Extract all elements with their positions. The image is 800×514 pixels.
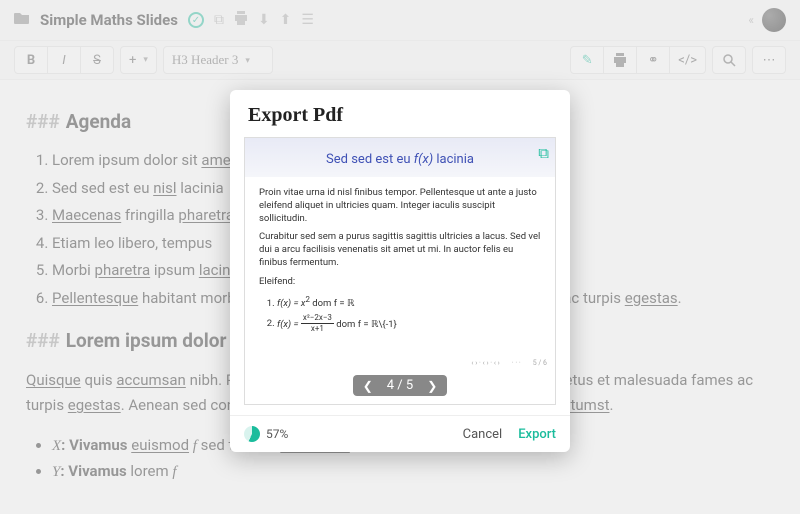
cancel-button[interactable]: Cancel — [463, 427, 503, 442]
progress-pie-icon — [244, 426, 260, 442]
slide-footer: ‹ › · ‹ › · ‹ ›· · ·5 / 6 — [245, 357, 555, 371]
export-button[interactable]: Export — [518, 427, 556, 442]
export-progress: 57% — [244, 426, 447, 442]
modal-overlay[interactable]: Export Pdf Sed sed est eu f(x) lacinia ⧉… — [0, 0, 800, 514]
page-indicator: 4 / 5 — [387, 378, 413, 393]
prev-page-button[interactable]: ❮ — [363, 379, 373, 393]
open-external-icon[interactable]: ⧉ — [538, 144, 549, 162]
modal-title: Export Pdf — [230, 90, 570, 137]
slide-body: Proin vitae urna id nisl finibus tempor.… — [245, 177, 555, 357]
modal-footer: 57% Cancel Export — [230, 415, 570, 452]
next-page-button[interactable]: ❯ — [427, 379, 437, 393]
pdf-preview: Sed sed est eu f(x) lacinia ⧉ Proin vita… — [244, 137, 556, 405]
slide-title: Sed sed est eu f(x) lacinia ⧉ — [245, 138, 555, 177]
page-navigator: ❮ 4 / 5 ❯ — [353, 375, 448, 396]
export-pdf-modal: Export Pdf Sed sed est eu f(x) lacinia ⧉… — [230, 90, 570, 452]
